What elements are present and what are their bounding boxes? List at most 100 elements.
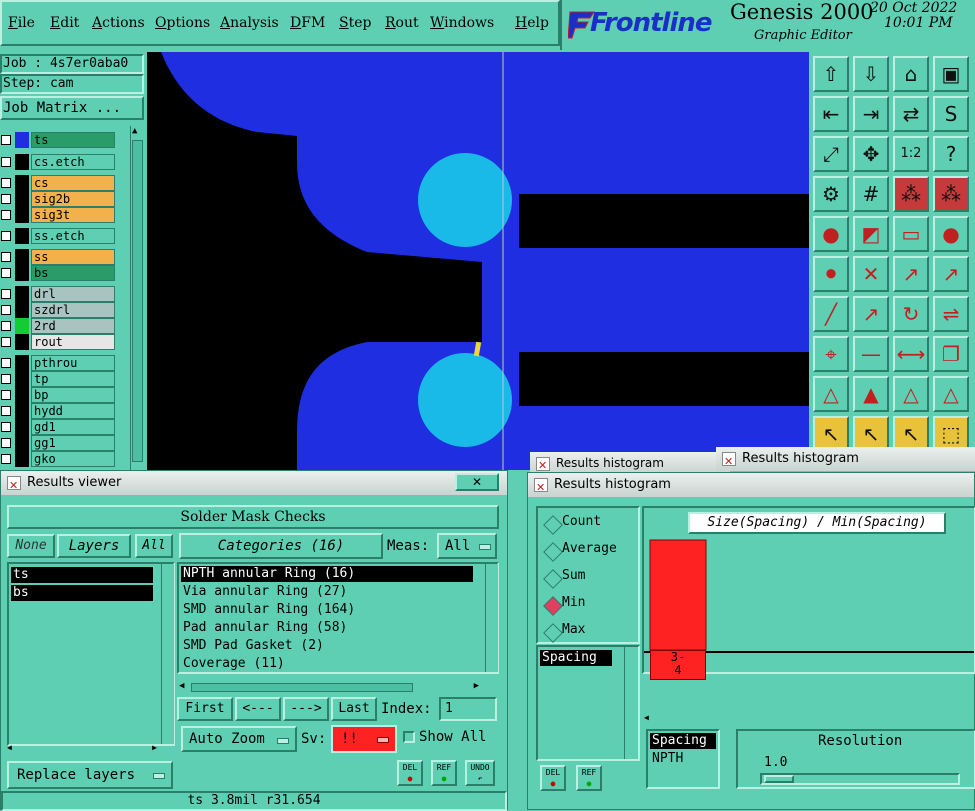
layer-row-sig3t[interactable]: sig3t [0, 207, 116, 223]
last-button[interactable]: Last [331, 697, 377, 721]
mode-radio-count[interactable] [543, 515, 563, 535]
layer-row-2rd[interactable]: 2rd [0, 318, 116, 334]
upload-button[interactable]: ⇧ [813, 56, 849, 92]
layer-name[interactable]: gd1 [31, 419, 115, 435]
layer-row-gg1[interactable]: gg1 [0, 435, 116, 451]
layer-color-swatch[interactable] [15, 154, 29, 170]
auto-zoom-select[interactable]: Auto Zoom [181, 726, 297, 752]
home-button[interactable]: ⌂ [893, 56, 929, 92]
layer-name[interactable]: szdrl [31, 302, 115, 318]
download-button[interactable]: ⇩ [853, 56, 889, 92]
list-item[interactable]: ts [11, 567, 153, 583]
layer-row-gd1[interactable]: gd1 [0, 419, 116, 435]
layer-checkbox[interactable] [1, 231, 11, 241]
layer-color-swatch[interactable] [15, 228, 29, 244]
layer-name[interactable]: rout [31, 334, 115, 350]
layer-color-swatch[interactable] [15, 387, 29, 403]
layer-name[interactable]: cs.etch [31, 154, 115, 170]
layer-color-swatch[interactable] [15, 191, 29, 207]
connect-button[interactable]: ⚫ [813, 256, 849, 292]
layer-row-pthrou[interactable]: pthrou [0, 355, 116, 371]
circle-button[interactable]: ● [933, 216, 969, 252]
delete-button[interactable]: DEL ● [540, 765, 566, 791]
layer-row-cs-etch[interactable]: cs.etch [0, 154, 116, 170]
triangle-full-button[interactable]: △ [933, 376, 969, 412]
exit-right-button[interactable]: ⇥ [853, 96, 889, 132]
show-all-checkbox[interactable] [403, 731, 415, 743]
layer-name[interactable]: sig2b [31, 191, 115, 207]
layer-name[interactable]: sig3t [31, 207, 115, 223]
prev-button[interactable]: <--- [235, 697, 281, 721]
measure-list-scrollbar[interactable] [624, 647, 637, 759]
histogram-bar[interactable] [649, 539, 707, 651]
layer-name[interactable]: cs [31, 175, 115, 191]
help-button[interactable]: ? [933, 136, 969, 172]
layer-row-ss[interactable]: ss [0, 249, 116, 265]
layer-color-swatch[interactable] [15, 207, 29, 223]
layer-name[interactable]: ss [31, 249, 115, 265]
layer-name[interactable]: drl [31, 286, 115, 302]
layer-color-swatch[interactable] [15, 419, 29, 435]
categories-scrollbar[interactable] [485, 564, 498, 672]
layer-name[interactable]: pthrou [31, 355, 115, 371]
layer-checkbox[interactable] [1, 305, 11, 315]
layer-name[interactable]: ss.etch [31, 228, 115, 244]
list-item[interactable]: Pad annular Ring (58) [181, 620, 473, 636]
tools-button[interactable]: ⚙ [813, 176, 849, 212]
menu-options[interactable]: Options [155, 15, 210, 31]
layer-row-bp[interactable]: bp [0, 387, 116, 403]
layer-checkbox[interactable] [1, 390, 11, 400]
menu-actions[interactable]: Actions [92, 15, 145, 31]
layer-name[interactable]: tp [31, 371, 115, 387]
histogram-window-back-1[interactable]: Results histogram [530, 452, 730, 477]
histogram-window-back-2[interactable]: Results histogram [716, 447, 975, 474]
graphics-canvas[interactable] [147, 52, 809, 470]
window-button[interactable]: ▣ [933, 56, 969, 92]
layer-checkbox[interactable] [1, 252, 11, 262]
menu-rout[interactable]: Rout [385, 15, 419, 31]
layer-checkbox[interactable] [1, 194, 11, 204]
mode-radio-sum[interactable] [543, 569, 563, 589]
refresh-button[interactable]: REF ● [576, 765, 602, 791]
net-layers-alt-button[interactable]: ⁂ [933, 176, 969, 212]
categories-list[interactable]: NPTH annular Ring (16) Via annular Ring (… [177, 562, 499, 674]
histogram-hscroll[interactable]: ◀ [644, 713, 974, 723]
layer-list-scrollbar[interactable] [161, 564, 174, 744]
cross-button[interactable]: ✕ [853, 256, 889, 292]
grid-button[interactable]: # [853, 176, 889, 212]
layer-row-ts[interactable]: ts [0, 132, 116, 148]
measure-list[interactable]: Spacing [536, 645, 640, 761]
none-button[interactable]: None [7, 534, 55, 558]
resolution-slider[interactable] [760, 773, 960, 785]
list-item[interactable]: SMD annular Ring (164) [181, 602, 473, 618]
layer-row-tp[interactable]: tp [0, 371, 116, 387]
undo-button[interactable]: UNDO ↶ [465, 760, 495, 786]
layer-row-sig2b[interactable]: sig2b [0, 191, 116, 207]
results-viewer-titlebar[interactable]: Results viewer ✕ [1, 471, 507, 498]
menu-edit[interactable]: Edit [50, 15, 79, 31]
layer-color-swatch[interactable] [15, 355, 29, 371]
layer-checkbox[interactable] [1, 289, 11, 299]
layer-checkbox[interactable] [1, 337, 11, 347]
layer-name[interactable]: bp [31, 387, 115, 403]
menu-windows[interactable]: Windows [430, 15, 494, 31]
layer-name[interactable]: 2rd [31, 318, 115, 334]
triangle-edge-button[interactable]: △ [893, 376, 929, 412]
layer-row-szdrl[interactable]: szdrl [0, 302, 116, 318]
severity-select[interactable]: !! [331, 725, 397, 753]
close-button[interactable]: ✕ [455, 473, 499, 491]
layer-color-swatch[interactable] [15, 318, 29, 334]
menu-analysis[interactable]: Analysis [220, 15, 279, 31]
layer-color-swatch[interactable] [15, 265, 29, 281]
layer-color-swatch[interactable] [15, 371, 29, 387]
layer-checkbox[interactable] [1, 358, 11, 368]
layer-row-hydd[interactable]: hydd [0, 403, 116, 419]
layers-button[interactable]: Layers [57, 534, 131, 558]
layer-checkbox[interactable] [1, 454, 11, 464]
scroll-thumb[interactable] [132, 140, 143, 462]
snap-button[interactable]: ⌖ [813, 336, 849, 372]
layer-color-swatch[interactable] [15, 286, 29, 302]
menu-file[interactable]: File [8, 15, 35, 31]
list-item[interactable]: bs [11, 585, 153, 601]
net-layers-button[interactable]: ⁂ [893, 176, 929, 212]
